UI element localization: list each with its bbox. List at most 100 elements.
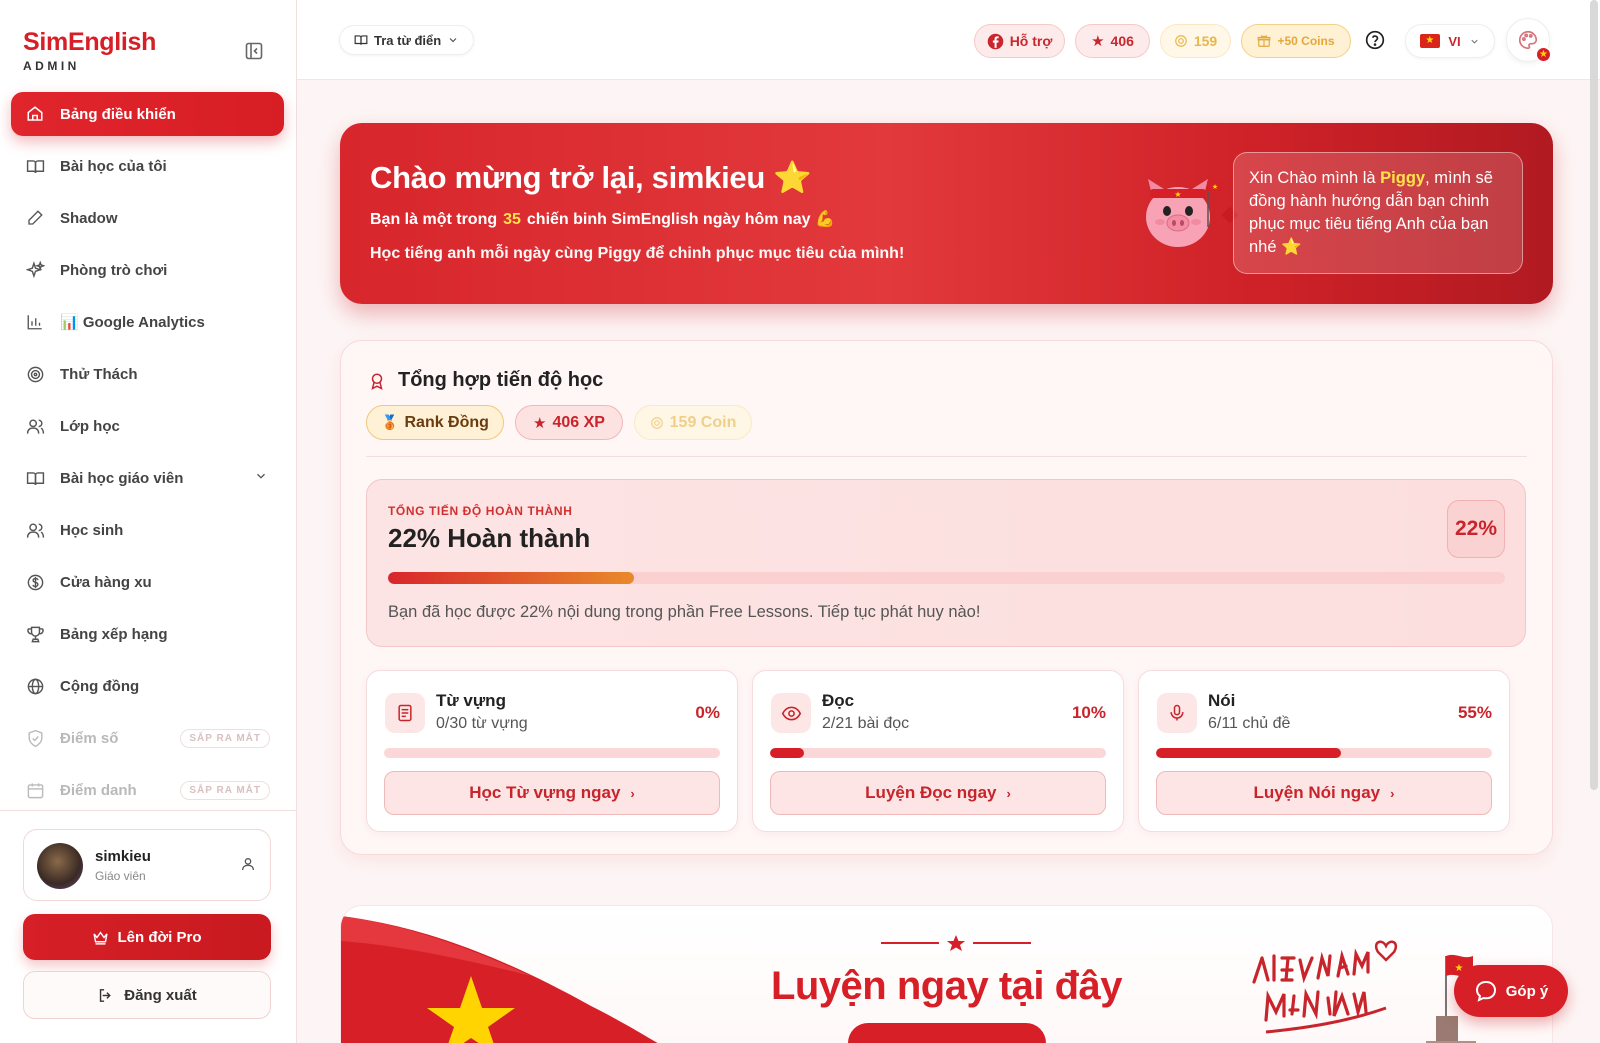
sidebar-collapse-icon[interactable] [245, 42, 263, 60]
skill-count: 0/30 từ vựng [436, 715, 528, 732]
target-icon [25, 364, 45, 384]
brand-logo[interactable]: SimEnglish ADMIN [23, 28, 156, 73]
sidebar-item-game-room[interactable]: Phòng trò chơi [11, 248, 284, 292]
page-scrollbar[interactable] [1590, 0, 1598, 790]
calendar-icon [25, 780, 45, 800]
sidebar-nav: Bảng điều khiển Bài học của tôi Shadow P… [11, 92, 284, 820]
language-selector[interactable]: VI [1405, 24, 1495, 58]
sidebar-item-label: Học sinh [60, 521, 124, 539]
help-icon[interactable] [1365, 30, 1385, 50]
xp-chip: ★ 406 XP [515, 405, 623, 440]
sidebar-item-classes[interactable]: Lớp học [11, 404, 284, 448]
warriors-count: 35 [503, 211, 521, 228]
logout-button[interactable]: Đăng xuất [23, 971, 271, 1019]
skill-count: 6/11 chủ đề [1208, 715, 1291, 732]
trophy-icon [25, 624, 45, 644]
chevron-down-icon [1471, 39, 1478, 44]
sidebar-item-label: Phòng trò chơi [60, 261, 168, 279]
user-name: simkieu [95, 848, 151, 865]
skill-progress-fill [770, 748, 804, 758]
overall-progress-panel: TỔNG TIẾN ĐỘ HOÀN THÀNH 22% Hoàn thành 2… [366, 479, 1526, 647]
bar-chart-icon [25, 312, 45, 332]
svg-text:★: ★ [1174, 190, 1181, 199]
dictionary-dropdown[interactable]: Tra từ điển [339, 25, 475, 55]
practice-speaking-button[interactable]: Luyện Nói ngay › [1156, 771, 1492, 815]
crown-icon [93, 930, 109, 945]
daily-bonus-button[interactable]: +50 Coins [1241, 24, 1351, 58]
sidebar-item-analytics[interactable]: 📊 Google Analytics [11, 300, 284, 344]
overall-progress-bar [388, 572, 1505, 584]
sidebar-item-label: Shadow [60, 209, 118, 227]
sidebar: SimEnglish ADMIN Bảng điều khiển Bài học… [0, 0, 297, 1043]
sidebar-item-label: Điểm số [60, 729, 119, 747]
chevron-down-icon [449, 38, 457, 43]
practice-reading-button[interactable]: Luyện Đọc ngay › [770, 771, 1106, 815]
profile-avatar-button[interactable]: ★ [1506, 18, 1552, 63]
sidebar-item-label: Bảng điều khiển [60, 105, 176, 123]
sidebar-item-dashboard[interactable]: Bảng điều khiển [11, 92, 284, 136]
skill-name: Đọc [822, 691, 855, 710]
sidebar-footer: simkieu Giáo viên Lên đời Pro Đăng xuất [0, 810, 297, 1043]
sidebar-item-challenge[interactable]: Thử Thách [11, 352, 284, 396]
vietnam-slogan-image [1252, 940, 1398, 1034]
skill-progress-bar [384, 748, 720, 758]
document-icon [385, 693, 425, 733]
star-icon: ★ [533, 414, 547, 432]
logout-icon [100, 988, 111, 1002]
overall-progress-label: TỔNG TIẾN ĐỘ HOÀN THÀNH [388, 504, 573, 518]
shield-icon [25, 728, 45, 748]
sidebar-item-scores: Điểm số SẮP RA MẮT [11, 716, 284, 760]
coming-soon-badge: SẮP RA MẮT [180, 729, 270, 748]
sidebar-item-coin-shop[interactable]: Cửa hàng xu [11, 560, 284, 604]
coin-counter[interactable]: 159 [1160, 24, 1231, 58]
learn-vocabulary-button[interactable]: Học Từ vựng ngay › [384, 771, 720, 815]
progress-summary-card: Tổng hợp tiến độ học 🥉 Rank Đồng ★ 406 X… [340, 340, 1553, 855]
sidebar-item-shadow[interactable]: Shadow [11, 196, 284, 240]
user-icon[interactable] [240, 856, 256, 872]
overall-progress-description: Bạn đã học được 22% nội dung trong phần … [388, 603, 981, 621]
skill-card-vocabulary: Từ vựng 0/30 từ vựng 0% Học Từ vựng ngay… [366, 670, 738, 832]
sidebar-item-my-lessons[interactable]: Bài học của tôi [11, 144, 284, 188]
xp-value: 406 [1110, 33, 1134, 49]
upgrade-pro-button[interactable]: Lên đời Pro [23, 914, 271, 960]
avatar [37, 843, 83, 889]
practice-banner: Luyện ngay tại đây ★ [340, 905, 1553, 1043]
skill-percent: 55% [1457, 703, 1492, 722]
sidebar-item-community[interactable]: Cộng đồng [11, 664, 284, 708]
skill-button-label: Học Từ vựng ngay [469, 783, 621, 802]
skill-progress-bar [770, 748, 1106, 758]
piggy-speech-bubble: Xin Chào mình là Piggy, mình sẽ đồng hàn… [1233, 152, 1523, 274]
sidebar-item-label: Bài học của tôi [60, 157, 167, 175]
top-bar: Tra từ điển Hỗ trợ ★ 406 159 +50 Coins V… [297, 0, 1600, 80]
chat-bubble-icon [1475, 980, 1496, 1002]
facebook-icon [987, 33, 1003, 49]
sidebar-item-label: Bài học giáo viên [60, 469, 184, 487]
svg-text:★: ★ [1212, 183, 1218, 191]
award-icon [371, 373, 383, 390]
eye-icon [771, 693, 811, 733]
skill-name: Từ vựng [436, 691, 506, 710]
skill-name: Nói [1208, 691, 1236, 710]
chevron-right-icon: › [1006, 785, 1011, 801]
support-button[interactable]: Hỗ trợ [974, 24, 1065, 58]
sidebar-item-label: Điểm danh [60, 781, 137, 799]
users-icon [25, 520, 45, 540]
user-card[interactable]: simkieu Giáo viên [23, 829, 271, 901]
sidebar-item-teacher-lessons[interactable]: Bài học giáo viên [11, 456, 284, 500]
divider [366, 456, 1527, 457]
rank-chip: 🥉 Rank Đồng [366, 405, 504, 440]
skill-button-label: Luyện Đọc ngay [865, 783, 997, 802]
feedback-button[interactable]: Góp ý [1454, 965, 1568, 1017]
star-icon: ★ [1091, 33, 1105, 50]
sidebar-item-attendance: Điểm danh SẮP RA MẮT [11, 768, 284, 812]
overall-progress-fill [388, 572, 634, 584]
xp-counter[interactable]: ★ 406 [1075, 24, 1150, 58]
welcome-banner: Chào mừng trở lại, simkieu ⭐ Bạn là một … [340, 123, 1553, 304]
skill-percent: 0% [695, 703, 720, 722]
practice-start-button[interactable] [848, 1023, 1046, 1043]
sidebar-item-students[interactable]: Học sinh [11, 508, 284, 552]
globe-icon [25, 676, 45, 696]
logout-label: Đăng xuất [124, 986, 197, 1004]
sidebar-item-leaderboard[interactable]: Bảng xếp hạng [11, 612, 284, 656]
piggy-name: Piggy [1380, 169, 1426, 187]
